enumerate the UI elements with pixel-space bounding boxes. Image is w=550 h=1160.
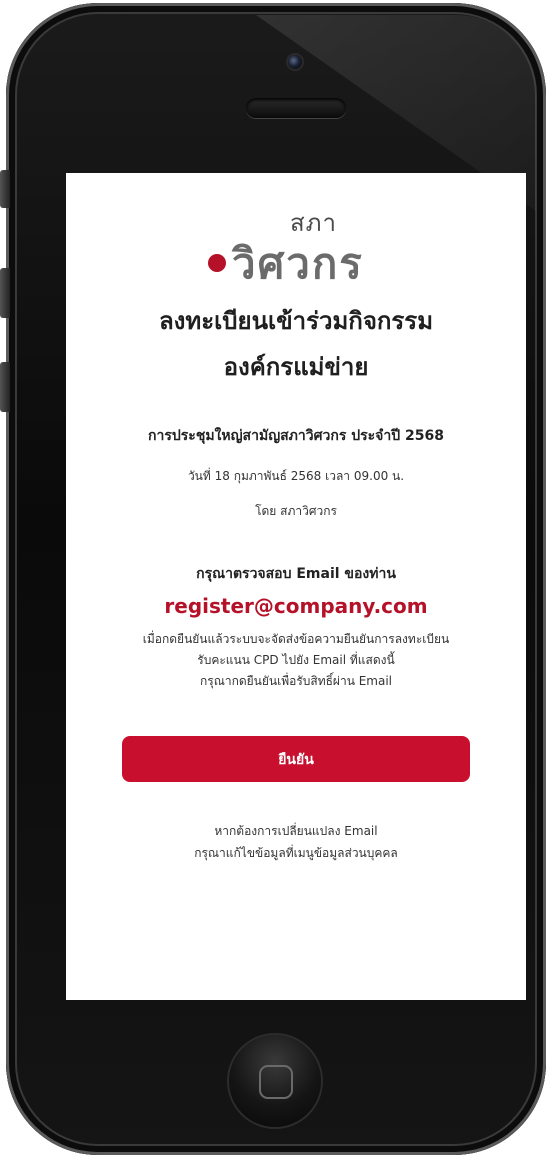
footer-line2: กรุณาแก้ไขข้อมูลที่เมนูข้อมูลส่วนบุคคล: [194, 846, 398, 860]
volume-up-button: [0, 268, 10, 318]
description-line1: เมื่อกดยืนยันแล้วระบบจะจัดส่งข้อความยืนย…: [142, 632, 450, 646]
logo-dot-icon: [208, 254, 226, 272]
confirm-button[interactable]: ยืนยัน: [122, 736, 470, 782]
page-title-line1: ลงทะเบียนเข้าร่วมกิจกรรม: [158, 307, 434, 335]
event-datetime: วันที่ 18 กุมภาพันธ์ 2568 เวลา 09.00 น.: [187, 469, 405, 483]
page-title-line2: องค์กรแม่ข่าย: [223, 353, 369, 381]
home-button-icon[interactable]: [229, 1035, 321, 1127]
speaker-icon: [246, 98, 346, 118]
logo: สภา วิศวกร: [206, 203, 396, 288]
volume-down-button: [0, 362, 10, 412]
event-organizer: โดย สภาวิศวกร: [255, 504, 337, 518]
event-name: การประชุมใหญ่สามัญสภาวิศวกร ประจำปี 2568: [148, 428, 444, 444]
footer-line1: หากต้องการเปลี่ยนแปลง Email: [214, 824, 378, 838]
user-email: register@company.com: [164, 594, 428, 618]
camera-icon: [288, 55, 302, 69]
description-line2: รับคะแนน CPD ไปยัง Email ที่แสดงนี้: [197, 653, 395, 667]
app-screen: สภา วิศวกร ลงทะเบียนเข้าร่วมกิจกรรม องค์…: [66, 173, 526, 1000]
home-square-icon: [259, 1065, 293, 1099]
email-check-prompt: กรุณาตรวจสอบ Email ของท่าน: [196, 566, 396, 582]
mute-switch: [0, 170, 10, 208]
description-line3: กรุณากดยืนยันเพื่อรับสิทธิ์ผ่าน Email: [199, 674, 393, 688]
logo-main-text: วิศวกร: [232, 239, 364, 288]
